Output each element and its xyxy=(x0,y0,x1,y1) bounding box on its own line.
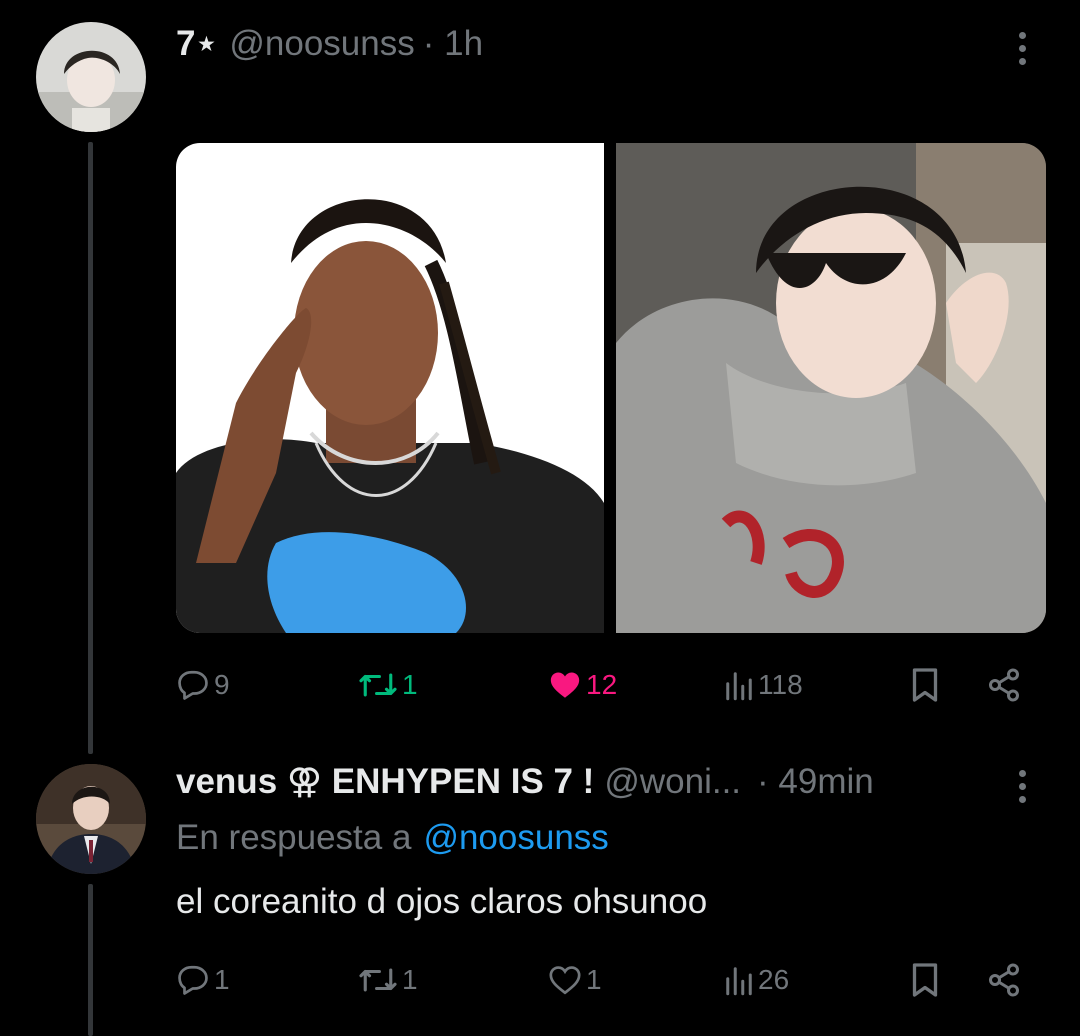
tweet-action-bar: 9 1 12 118 xyxy=(176,660,1036,710)
like-icon xyxy=(548,668,582,702)
reply-avatar[interactable] xyxy=(36,764,146,874)
author-name[interactable]: 7⋆ xyxy=(176,24,217,64)
reply-repost-count: 1 xyxy=(402,964,418,995)
share-button[interactable] xyxy=(986,660,1022,710)
reply-reply-count: 1 xyxy=(214,964,230,995)
bookmark-button[interactable] xyxy=(910,660,940,710)
author-handle[interactable]: @noosunss xyxy=(229,24,414,64)
like-icon xyxy=(548,963,582,997)
reply-like-count: 1 xyxy=(586,964,602,995)
reply-reply-button[interactable]: 1 xyxy=(176,955,230,1005)
reply-count: 9 xyxy=(214,669,230,700)
reply-share-button[interactable] xyxy=(986,955,1022,1005)
replying-to-label: En respuesta a xyxy=(176,818,412,857)
bookmark-icon xyxy=(910,667,940,703)
reply-more-icon[interactable] xyxy=(1018,770,1028,809)
reply-button[interactable]: 9 xyxy=(176,660,230,710)
like-button[interactable]: 12 xyxy=(548,660,617,710)
avatar[interactable] xyxy=(36,22,146,132)
reply-views-button[interactable]: 26 xyxy=(724,955,789,1005)
repost-button[interactable]: 1 xyxy=(358,660,418,710)
share-icon xyxy=(986,962,1022,998)
reply-bookmark-button[interactable] xyxy=(910,955,940,1005)
replying-to: En respuesta a @noosunss xyxy=(176,818,609,858)
repost-count: 1 xyxy=(402,669,418,700)
reply-views-count: 26 xyxy=(758,964,790,995)
tweet-time[interactable]: · 1h xyxy=(423,24,483,64)
share-icon xyxy=(986,667,1022,703)
replying-to-handle[interactable]: @noosunss xyxy=(423,818,608,858)
bookmark-icon xyxy=(910,962,940,998)
reply-icon xyxy=(176,963,210,997)
thread-line-top xyxy=(88,142,93,754)
reply-header: venus ⚢ ENHYPEN IS 7 ! @woni... · 49min xyxy=(176,758,996,806)
tweet-image-2[interactable] xyxy=(616,143,1046,633)
reply-icon xyxy=(176,668,210,702)
tweet-image-1[interactable] xyxy=(176,143,604,633)
reply-like-button[interactable]: 1 xyxy=(548,955,602,1005)
reply-author-name[interactable]: venus ⚢ ENHYPEN IS 7 ! xyxy=(176,762,594,802)
reply-author-handle[interactable]: @woni... xyxy=(604,762,741,802)
views-icon xyxy=(724,668,754,702)
thread-line-bottom xyxy=(88,884,93,1036)
reply-action-bar: 1 1 1 26 xyxy=(176,955,1036,1005)
like-count: 12 xyxy=(586,669,618,700)
repost-icon xyxy=(358,963,398,997)
reply-time[interactable]: · 49min xyxy=(757,762,874,802)
tweet-header: 7⋆ @noosunss · 1h xyxy=(176,20,483,68)
views-button[interactable]: 118 xyxy=(724,660,803,710)
more-icon[interactable] xyxy=(1018,32,1028,71)
views-count: 118 xyxy=(758,669,803,700)
reply-repost-button[interactable]: 1 xyxy=(358,955,418,1005)
repost-icon xyxy=(358,668,398,702)
views-icon xyxy=(724,963,754,997)
reply-text: el coreanito d ojos claros ohsunoo xyxy=(176,882,708,921)
